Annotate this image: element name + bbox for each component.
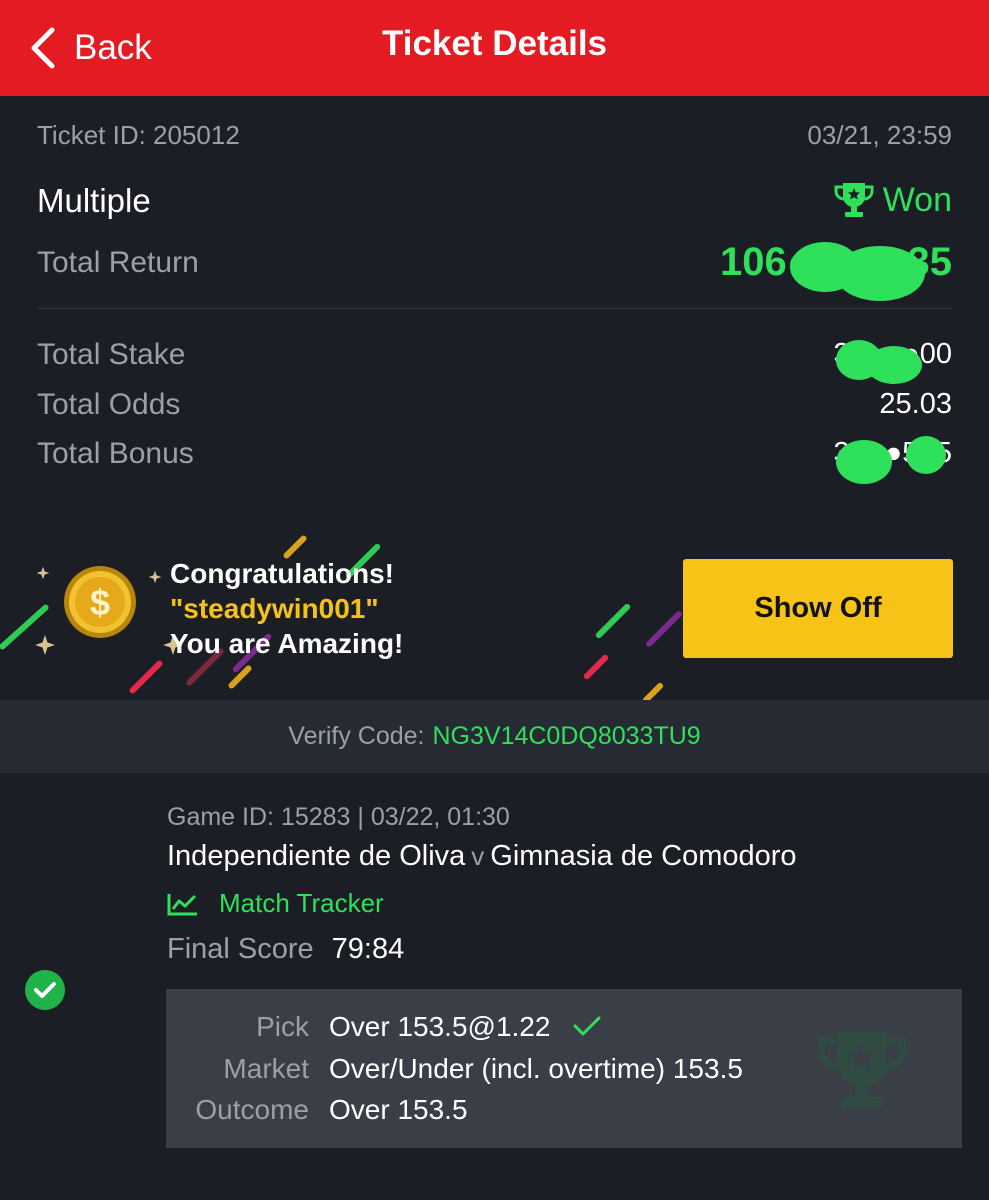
final-score-label: Final Score [167, 933, 314, 965]
game-card: Game ID: 15283 | 03/22, 01:30 Independie… [0, 773, 989, 1200]
total-stake-label: Total Stake [37, 338, 186, 371]
match-tracker-label: Match Tracker [219, 888, 384, 918]
market-label: Market [223, 1053, 309, 1084]
congrats-text: Congratulations! "steadywin001" You are … [170, 556, 403, 661]
decor-streak [644, 609, 684, 649]
congrats-username: "steadywin001" [170, 593, 379, 624]
top-bar: Back Ticket Details [0, 0, 989, 96]
outcome-label: Outcome [195, 1094, 309, 1125]
verify-code-bar: Verify Code: NG3V14C0DQ8033TU9 [0, 700, 989, 773]
ticket-id: Ticket ID: 205012 [37, 120, 240, 150]
star-icon [35, 635, 55, 655]
decor-streak [582, 653, 610, 681]
check-circle-icon [25, 970, 65, 1010]
final-score-value: 79:84 [331, 933, 405, 965]
total-bonus-label: Total Bonus [37, 437, 194, 470]
ticket-summary: Ticket ID: 205012 03/21, 23:59 Multiple … [0, 96, 989, 700]
pick-details: Pick Over 153.5@1.22 Market Over/Under (… [166, 989, 962, 1148]
total-odds-value: 25.03 [879, 388, 952, 420]
total-odds-label: Total Odds [37, 388, 181, 421]
game-id: Game ID: 15283 | 03/22, 01:30 [167, 803, 510, 831]
congrats-line3: You are Amazing! [170, 628, 404, 659]
chart-line-icon [167, 893, 197, 915]
congrats-banner: $ Congratulations! "steadywin001" You ar… [0, 514, 989, 700]
pick-value-wrap: Over 153.5@1.22 [329, 1011, 602, 1043]
congrats-line1: Congratulations! [170, 558, 394, 589]
match-teams: Independiente de Oliva v Gimnasia de Comod… [167, 840, 797, 873]
vs-label: v [471, 841, 485, 871]
star-icon [148, 570, 162, 584]
decor-streak [641, 681, 665, 700]
decor-streak [128, 659, 164, 695]
verify-label: Verify Code: [288, 722, 425, 750]
redaction-mark [906, 436, 946, 474]
trophy-icon [834, 183, 874, 217]
ticket-type: Multiple [37, 182, 151, 219]
page-title: Ticket Details [381, 24, 608, 63]
divider [37, 308, 952, 309]
outcome-value: Over 153.5 [329, 1094, 468, 1125]
market-row: Market Over/Under (incl. overtime) 153.5 [166, 1053, 962, 1093]
status-label: Won [882, 180, 952, 219]
svg-text:$: $ [90, 582, 110, 623]
redaction-mark [866, 346, 922, 384]
total-return-label: Total Return [37, 246, 199, 279]
away-team: Gimnasia de Comodoro [490, 840, 797, 872]
pick-row: Pick Over 153.5@1.22 [166, 1011, 962, 1051]
market-value: Over/Under (incl. overtime) 153.5 [329, 1053, 743, 1084]
coin-icon: $ [64, 566, 136, 638]
pick-label: Pick [256, 1011, 309, 1042]
pick-value: Over 153.5@1.22 [329, 1011, 551, 1042]
show-off-button[interactable]: Show Off [683, 559, 953, 658]
outcome-row: Outcome Over 153.5 [166, 1094, 962, 1134]
redaction-mark [835, 246, 925, 301]
home-team: Independiente de Oliva [167, 840, 466, 872]
match-tracker-link[interactable]: Match Tracker [167, 888, 384, 919]
star-icon [36, 566, 50, 580]
final-score: Final Score 79:84 [167, 933, 404, 966]
status-badge: Won [833, 180, 952, 220]
check-icon [573, 1016, 601, 1036]
verify-code[interactable]: NG3V14C0DQ8033TU9 [432, 722, 700, 750]
ticket-datetime: 03/21, 23:59 [807, 120, 952, 150]
decor-streak [594, 602, 632, 640]
redaction-mark [836, 440, 892, 484]
